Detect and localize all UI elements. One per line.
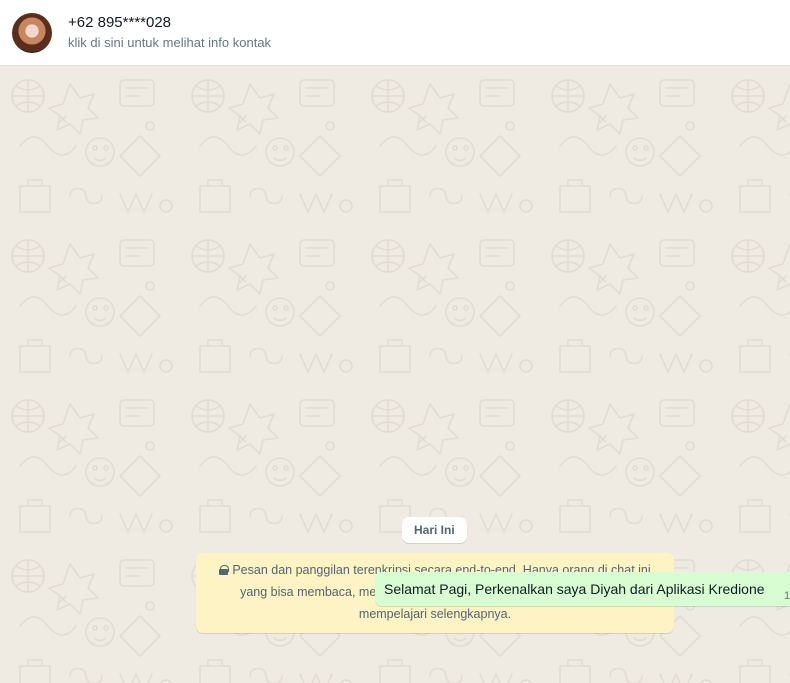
lock-icon: [219, 565, 230, 575]
chat-header[interactable]: +62 895****028 klik di sini untuk meliha…: [0, 0, 790, 66]
contact-name: +62 895****028: [68, 14, 172, 31]
message-text: Selamat Pagi, Perkenalkan saya Diyah dar…: [384, 581, 765, 597]
contact-subtitle: klik di sini untuk melihat info kontak: [68, 35, 272, 50]
chat-window: +62 895****028 klik di sini untuk meliha…: [0, 0, 790, 683]
date-chip: Hari Ini: [402, 517, 467, 543]
message-time: 1: [784, 590, 790, 602]
contact-info[interactable]: +62 895****028 klik di sini untuk meliha…: [68, 13, 271, 52]
contact-avatar[interactable]: [12, 12, 52, 53]
outgoing-message[interactable]: Selamat Pagi, Perkenalkan saya Diyah dar…: [375, 572, 790, 606]
